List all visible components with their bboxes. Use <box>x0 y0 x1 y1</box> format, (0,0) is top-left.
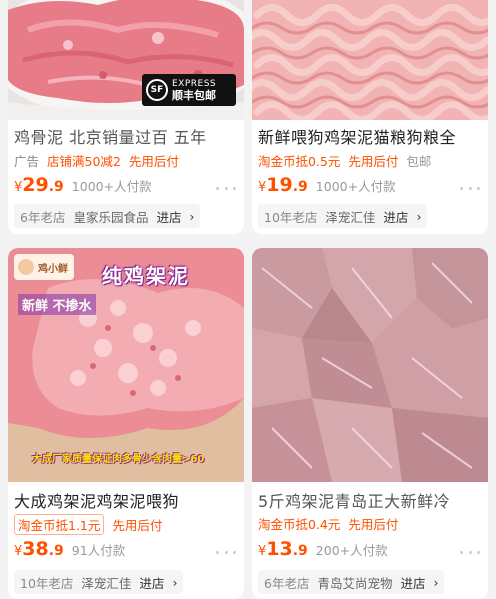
chevron-right-icon: › <box>189 208 195 224</box>
chevron-right-icon: › <box>433 574 439 590</box>
store-name: 青岛艾尚宠物 <box>317 575 393 591</box>
product-title[interactable]: 鸡骨泥 北京销量过百 五年 <box>14 124 240 148</box>
image-logo-label: 鸡小鲜 <box>38 264 68 275</box>
price-integer: 29 <box>22 174 49 196</box>
enter-store-label: 进店 <box>139 575 165 591</box>
store-name: 泽宠汇佳 <box>81 575 132 591</box>
store-age: 10年老店 <box>264 209 318 225</box>
chevron-right-icon: › <box>172 574 178 590</box>
sales-count: 1000+人付款 <box>315 179 396 194</box>
sales-count: 200+人付款 <box>315 543 388 558</box>
price-integer: 13 <box>266 538 293 560</box>
product-image[interactable] <box>252 0 488 120</box>
store-link[interactable]: 10年老店 泽宠汇佳 进店 › <box>258 204 428 228</box>
currency-symbol: ¥ <box>258 544 267 559</box>
price-decimal: .9 <box>48 543 64 559</box>
price-integer: 38 <box>22 538 49 560</box>
price-row: ¥ 38 .9 91人付款 <box>14 538 238 560</box>
product-tags: 淘金币抵1.1元 先用后付 <box>14 514 240 535</box>
product-tags: 广告 店铺满50减2 先用后付 <box>14 151 240 170</box>
product-title[interactable]: 5斤鸡架泥青岛正大新鲜冷 <box>258 488 484 512</box>
product-tags: 淘金币抵0.5元 先用后付 包邮 <box>258 151 484 170</box>
price-decimal: .9 <box>292 179 308 195</box>
image-subtitle: 新鲜 不掺水 <box>18 294 96 315</box>
ad-tag: 广告 <box>14 154 40 169</box>
store-age: 6年老店 <box>264 575 310 591</box>
discount-tag: 店铺满50减2 <box>47 154 121 169</box>
enter-store-label: 进店 <box>400 575 426 591</box>
coin-discount-tag: 淘金币抵0.5元 <box>258 154 341 169</box>
sf-logo-icon: SF <box>146 79 168 101</box>
product-title[interactable]: 大成鸡架泥鸡架泥喂狗 <box>14 488 240 512</box>
store-age: 6年老店 <box>20 209 66 225</box>
chevron-right-icon: › <box>416 208 422 224</box>
free-shipping-label: 顺丰包邮 <box>172 89 216 102</box>
price-decimal: .9 <box>48 179 64 195</box>
image-caption: 大成厂家质量保证肉多骨少含肉量>60 <box>32 454 205 465</box>
coin-discount-tag: 淘金币抵0.4元 <box>258 517 341 532</box>
store-age: 10年老店 <box>20 575 74 591</box>
store-name: 皇家乐园食品 <box>73 209 149 225</box>
store-link[interactable]: 6年老店 青岛艾尚宠物 进店 › <box>258 570 445 594</box>
express-badge: SF EXPRESS 顺丰包邮 <box>142 74 236 106</box>
currency-symbol: ¥ <box>258 180 267 195</box>
store-link[interactable]: 6年老店 皇家乐园食品 进店 › <box>14 204 201 228</box>
coin-discount-tag: 淘金币抵1.1元 <box>14 514 105 535</box>
more-dots-icon[interactable] <box>460 544 480 560</box>
product-title[interactable]: 新鲜喂狗鸡架泥猫粮狗粮全 <box>258 124 484 148</box>
image-headline: 纯鸡架泥 <box>102 264 190 288</box>
product-card[interactable]: 新鲜喂狗鸡架泥猫粮狗粮全 淘金币抵0.5元 先用后付 包邮 ¥ 19 .9 10… <box>252 0 488 234</box>
product-image[interactable] <box>252 248 488 482</box>
sales-count: 91人付款 <box>71 543 126 558</box>
price-integer: 19 <box>266 174 293 196</box>
price-row: ¥ 13 .9 200+人付款 <box>258 538 482 560</box>
product-image[interactable]: SF EXPRESS 顺丰包邮 <box>8 0 244 120</box>
more-dots-icon[interactable] <box>460 180 480 196</box>
currency-symbol: ¥ <box>14 544 23 559</box>
pay-later-tag: 先用后付 <box>348 517 399 532</box>
store-link[interactable]: 10年老店 泽宠汇佳 进店 › <box>14 570 184 594</box>
sales-count: 1000+人付款 <box>71 179 152 194</box>
store-name: 泽宠汇佳 <box>325 209 376 225</box>
price-row: ¥ 29 .9 1000+人付款 <box>14 174 238 196</box>
enter-store-label: 进店 <box>383 209 409 225</box>
enter-store-label: 进店 <box>156 209 182 225</box>
product-card[interactable]: SF EXPRESS 顺丰包邮 鸡骨泥 北京销量过百 五年 广告 店铺满50减2… <box>8 0 244 234</box>
free-shipping-tag: 包邮 <box>406 154 432 169</box>
product-card[interactable]: 鸡小鲜 纯鸡架泥 新鲜 不掺水 大成厂家质量保证肉多骨少含肉量>60 大成鸡架泥… <box>8 248 244 599</box>
pay-later-tag: 先用后付 <box>348 154 399 169</box>
product-image[interactable]: 鸡小鲜 纯鸡架泥 新鲜 不掺水 大成厂家质量保证肉多骨少含肉量>60 <box>8 248 244 482</box>
more-dots-icon[interactable] <box>216 544 236 560</box>
pay-later-tag: 先用后付 <box>112 518 163 533</box>
price-decimal: .9 <box>292 543 308 559</box>
product-card[interactable]: 5斤鸡架泥青岛正大新鲜冷 淘金币抵0.4元 先用后付 ¥ 13 .9 200+人… <box>252 248 488 599</box>
pay-later-tag: 先用后付 <box>128 154 179 169</box>
more-dots-icon[interactable] <box>216 180 236 196</box>
product-tags: 淘金币抵0.4元 先用后付 <box>258 514 484 533</box>
price-row: ¥ 19 .9 1000+人付款 <box>258 174 482 196</box>
currency-symbol: ¥ <box>14 180 23 195</box>
